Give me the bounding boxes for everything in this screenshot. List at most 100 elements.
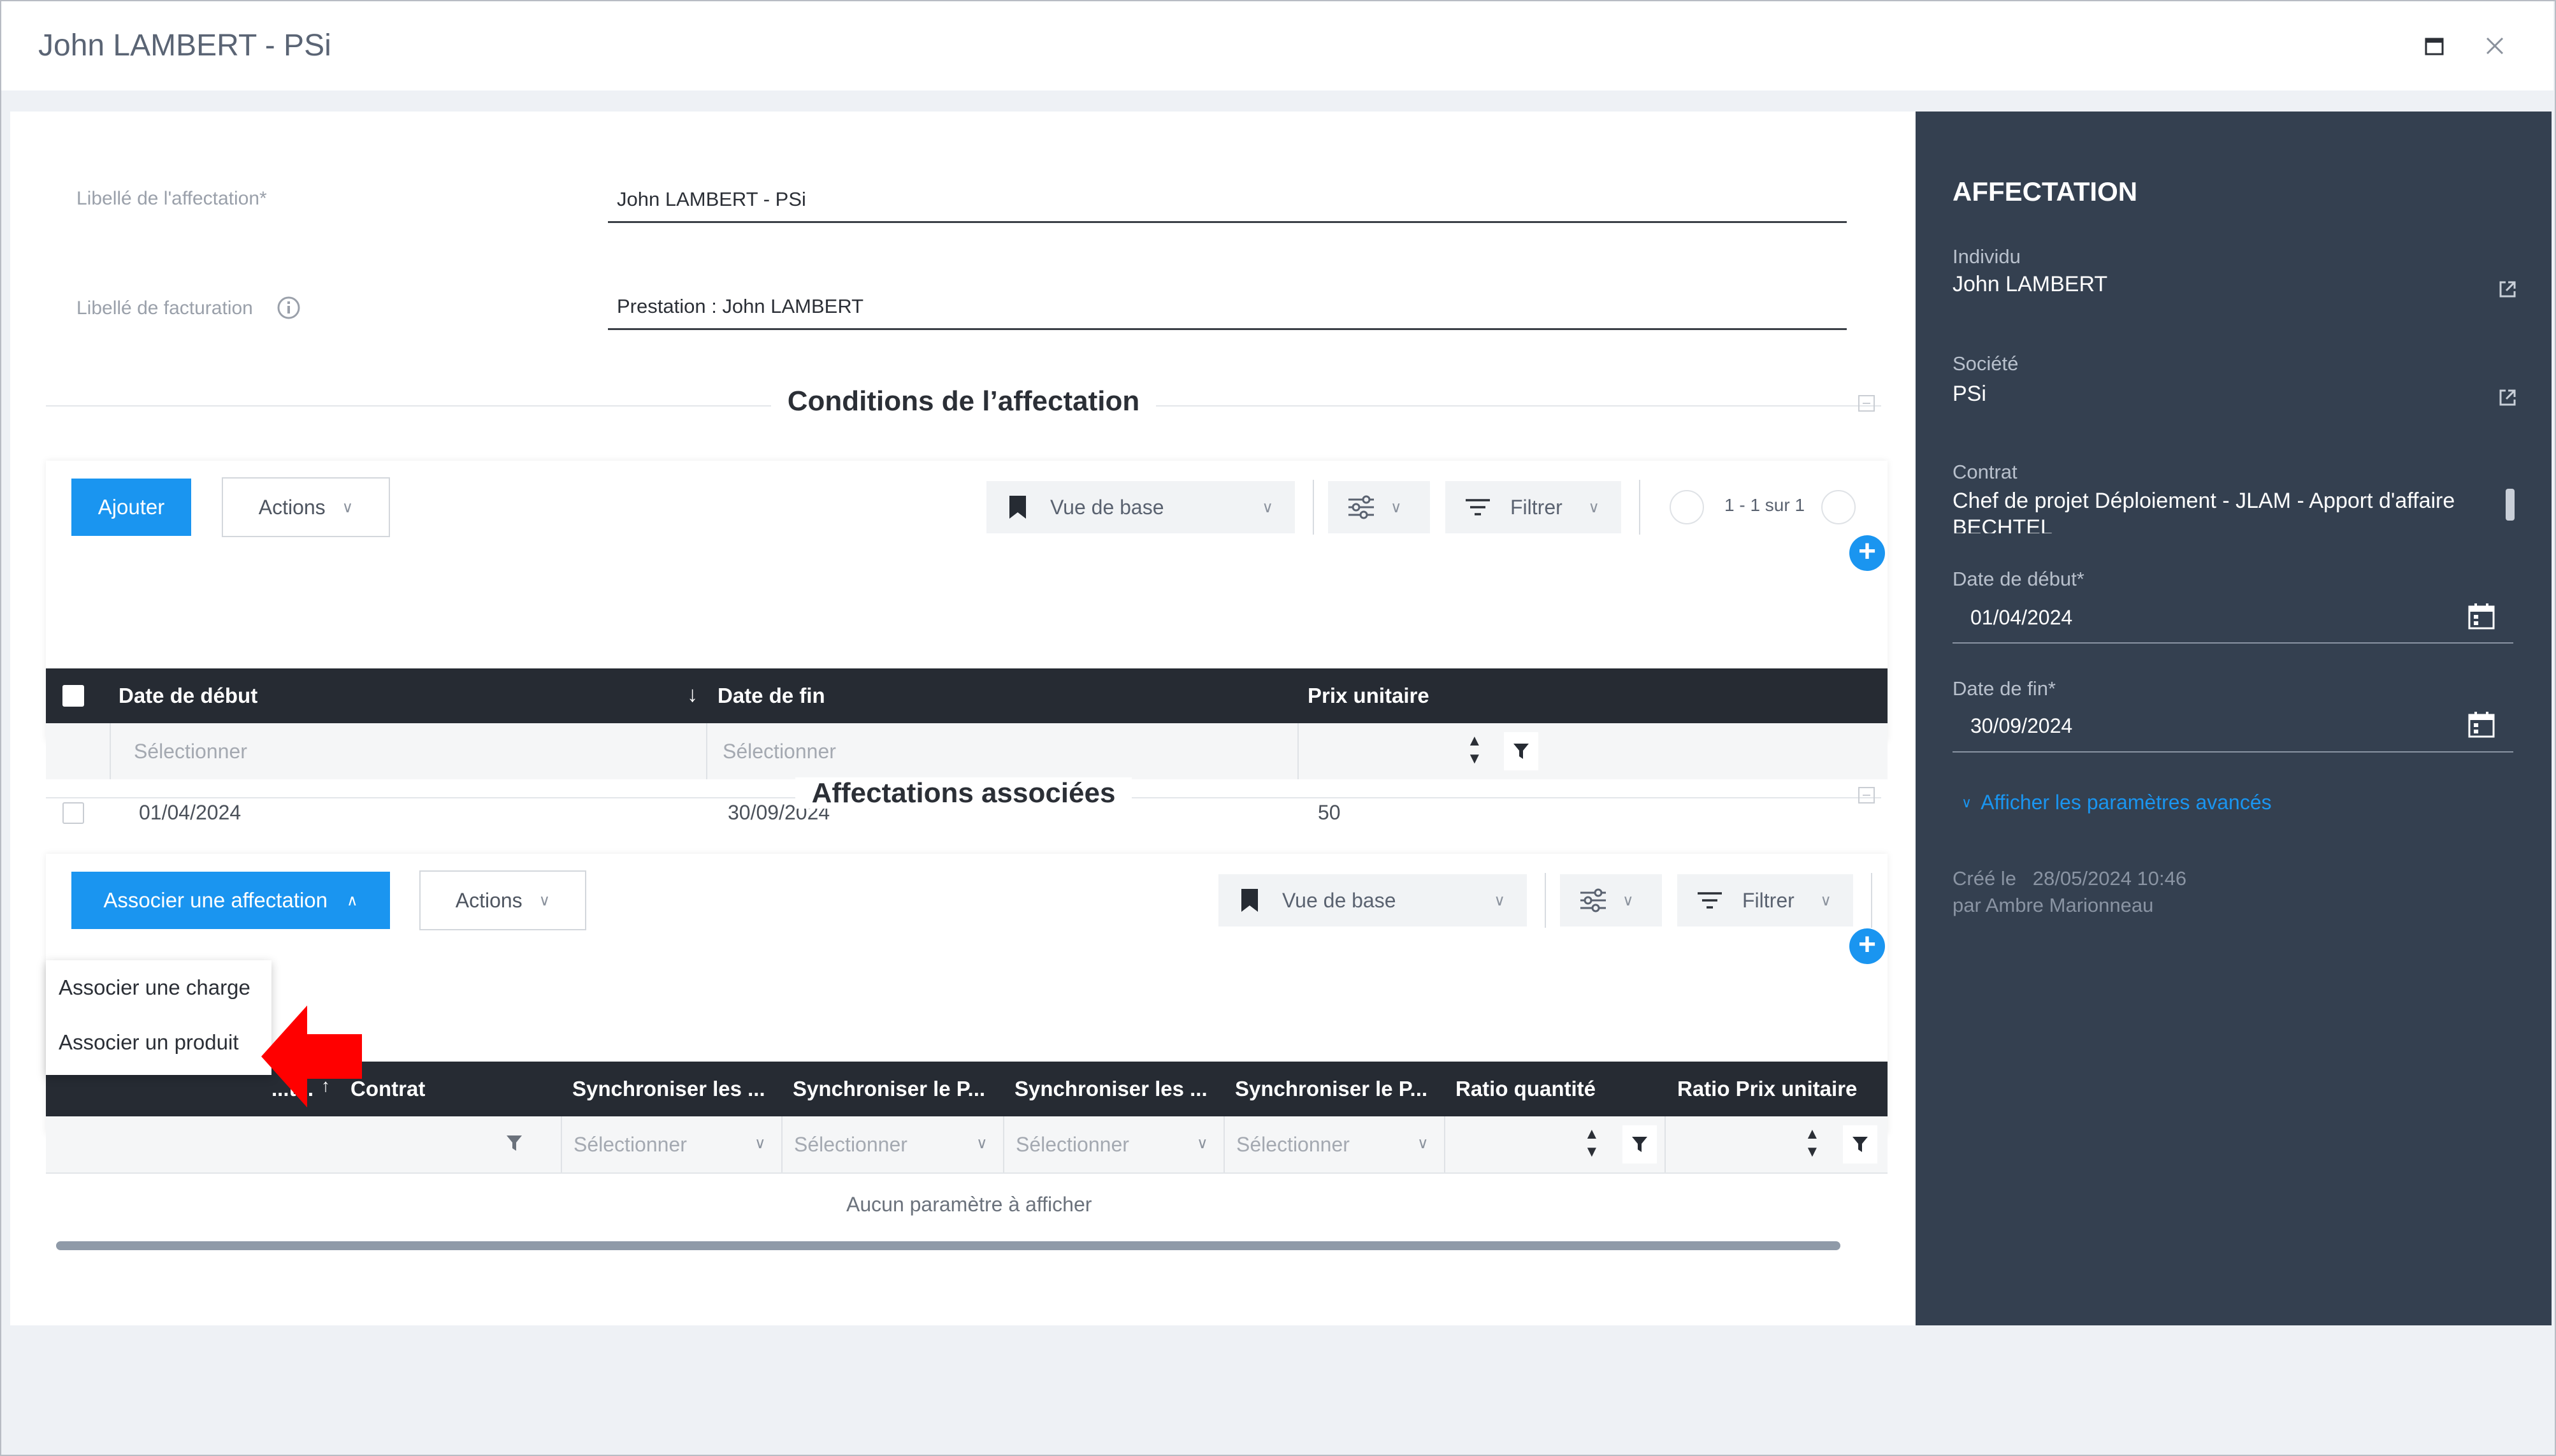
col-date-fin[interactable]: Date de fin — [718, 684, 825, 708]
filter-lines-icon — [1698, 892, 1722, 909]
chevron-down-icon[interactable]: ∨ — [1417, 1134, 1429, 1153]
chevron-down-icon[interactable]: ∨ — [976, 1134, 988, 1153]
filter-sync-2[interactable]: Sélectionner — [794, 1133, 907, 1157]
filter-button[interactable]: Filtrer ∨ — [1445, 481, 1621, 533]
section-title-wrap: Affectations associées — [46, 777, 1881, 809]
horizontal-scrollbar[interactable] — [56, 1241, 1840, 1250]
chevron-down-icon: ∨ — [1820, 891, 1831, 909]
date-fin-label: Date de fin* — [1953, 677, 2056, 700]
societe-label: Société — [1953, 352, 2019, 375]
funnel-icon[interactable] — [1622, 1125, 1657, 1164]
calendar-icon[interactable] — [2467, 602, 2495, 633]
date-debut-input[interactable]: 01/04/2024 — [1970, 606, 2072, 630]
col-prix-unitaire[interactable]: Prix unitaire — [1308, 684, 1429, 708]
chevron-down-icon: ∨ — [1622, 891, 1634, 909]
toolbar-separator — [1639, 480, 1640, 535]
funnel-icon[interactable] — [506, 1134, 523, 1155]
column-separator — [1224, 1116, 1225, 1172]
toolbar-separator — [1871, 873, 1872, 928]
chevron-down-icon: ∨ — [538, 891, 551, 909]
settings-button[interactable]: ∨ — [1560, 874, 1662, 926]
societe-value: PSi — [1953, 382, 1986, 406]
col-sync-1[interactable]: Synchroniser les ... — [572, 1077, 770, 1101]
info-icon[interactable] — [277, 296, 301, 320]
actions-button[interactable]: Actions ∨ — [419, 870, 586, 930]
filter-button[interactable]: Filtrer ∨ — [1677, 874, 1853, 926]
actions-button-label: Actions — [455, 888, 523, 912]
number-stepper-icon[interactable]: ▲ ▼ — [1467, 732, 1482, 768]
date-fin-input[interactable]: 30/09/2024 — [1970, 714, 2072, 738]
contrat-scrollbar[interactable] — [2506, 489, 2515, 521]
contrat-value-cut: BECHTEL — [1953, 515, 2053, 533]
column-separator — [781, 1116, 783, 1172]
col-ratio-quantite[interactable]: Ratio quantité — [1455, 1077, 1653, 1101]
filter-sync-3[interactable]: Sélectionner — [1016, 1133, 1129, 1157]
view-select-label: Vue de base — [1282, 888, 1396, 912]
add-associee-plus-icon[interactable]: + — [1849, 928, 1885, 964]
calendar-icon[interactable] — [2467, 710, 2495, 742]
select-all-checkbox[interactable] — [62, 685, 84, 707]
col-contrat[interactable]: Contrat — [350, 1077, 542, 1101]
sort-down-icon[interactable]: ↓ — [687, 682, 698, 707]
dropdown-item-associer-produit[interactable]: Associer un produit — [59, 1030, 238, 1055]
external-link-icon[interactable] — [2498, 388, 2517, 410]
conditions-filter-row: Sélectionner Sélectionner ▲ ▼ — [46, 723, 1888, 781]
next-page-icon[interactable] — [1821, 490, 1856, 524]
chevron-up-icon: ∧ — [347, 891, 358, 909]
filter-date-fin[interactable]: Sélectionner — [723, 740, 836, 763]
col-sync-2[interactable]: Synchroniser le P... — [793, 1077, 990, 1101]
created-date: 28/05/2024 10:46 — [2032, 867, 2187, 890]
dropdown-item-associer-charge[interactable]: Associer une charge — [59, 976, 250, 1000]
sidebar-heading: AFFECTATION — [1953, 177, 2138, 206]
col-date-debut[interactable]: Date de début — [119, 684, 257, 708]
column-separator — [1444, 1116, 1445, 1172]
view-select[interactable]: Vue de base ∨ — [1218, 874, 1527, 926]
chevron-down-icon[interactable]: ∨ — [755, 1134, 766, 1153]
associate-affectation-button[interactable]: Associer une affectation ∧ — [71, 872, 390, 929]
chevron-down-icon: ∨ — [1262, 498, 1273, 516]
external-link-icon[interactable] — [2498, 280, 2517, 302]
libelle-label: Libellé de l'affectation* — [76, 188, 267, 209]
maximize-icon[interactable] — [2425, 37, 2444, 56]
facturation-input[interactable]: Prestation : John LAMBERT — [617, 295, 863, 318]
funnel-icon[interactable] — [1843, 1125, 1877, 1164]
col-ratio-prix[interactable]: Ratio Prix unitaire — [1677, 1077, 1881, 1101]
prev-page-icon[interactable] — [1670, 490, 1704, 524]
title-bar: John LAMBERT - PSi — [1, 1, 2553, 90]
column-separator — [1003, 1116, 1004, 1172]
date-debut-underline — [1953, 642, 2513, 644]
column-separator — [1664, 1116, 1666, 1172]
col-sync-4[interactable]: Synchroniser le P... — [1235, 1077, 1433, 1101]
filter-date-debut[interactable]: Sélectionner — [134, 740, 247, 763]
filter-button-label: Filtrer — [1742, 888, 1794, 912]
column-separator — [110, 723, 111, 779]
advanced-params-link[interactable]: ∨ Afficher les paramètres avancés — [1961, 791, 2272, 814]
chevron-down-icon[interactable]: ∨ — [1197, 1134, 1208, 1153]
actions-button[interactable]: Actions ∨ — [222, 477, 390, 537]
settings-button[interactable]: ∨ — [1328, 481, 1430, 533]
collapse-conditions-icon[interactable] — [1858, 395, 1875, 412]
number-stepper-icon[interactable]: ▲ ▼ — [1805, 1125, 1820, 1161]
toolbar-separator — [1545, 873, 1546, 928]
number-stepper-icon[interactable]: ▲ ▼ — [1584, 1125, 1599, 1161]
chevron-down-icon: ∨ — [342, 498, 354, 516]
filter-sync-4[interactable]: Sélectionner — [1236, 1133, 1350, 1157]
close-icon[interactable] — [2485, 36, 2505, 56]
funnel-icon[interactable] — [1504, 732, 1538, 770]
column-separator — [1297, 723, 1299, 779]
column-separator — [706, 723, 707, 779]
filter-sync-1[interactable]: Sélectionner — [574, 1133, 687, 1157]
associees-filter-row: Sélectionner ∨ Sélectionner ∨ Sélectionn… — [46, 1116, 1888, 1174]
created-by: par Ambre Marionneau — [1953, 894, 2154, 916]
view-select[interactable]: Vue de base ∨ — [986, 481, 1295, 533]
facturation-underline — [608, 328, 1847, 330]
libelle-input[interactable]: John LAMBERT - PSi — [617, 188, 806, 211]
ajouter-button[interactable]: Ajouter — [71, 479, 191, 536]
associate-dropdown-menu: Associer une charge Associer un produit — [46, 960, 271, 1075]
side-panel: AFFECTATION Individu John LAMBERT Sociét… — [1916, 112, 2552, 1325]
contrat-label: Contrat — [1953, 461, 2018, 483]
chevron-down-icon: ∨ — [1390, 498, 1402, 516]
collapse-associees-icon[interactable] — [1858, 787, 1875, 804]
col-sync-3[interactable]: Synchroniser les ... — [1014, 1077, 1212, 1101]
add-condition-plus-icon[interactable]: + — [1849, 535, 1885, 571]
